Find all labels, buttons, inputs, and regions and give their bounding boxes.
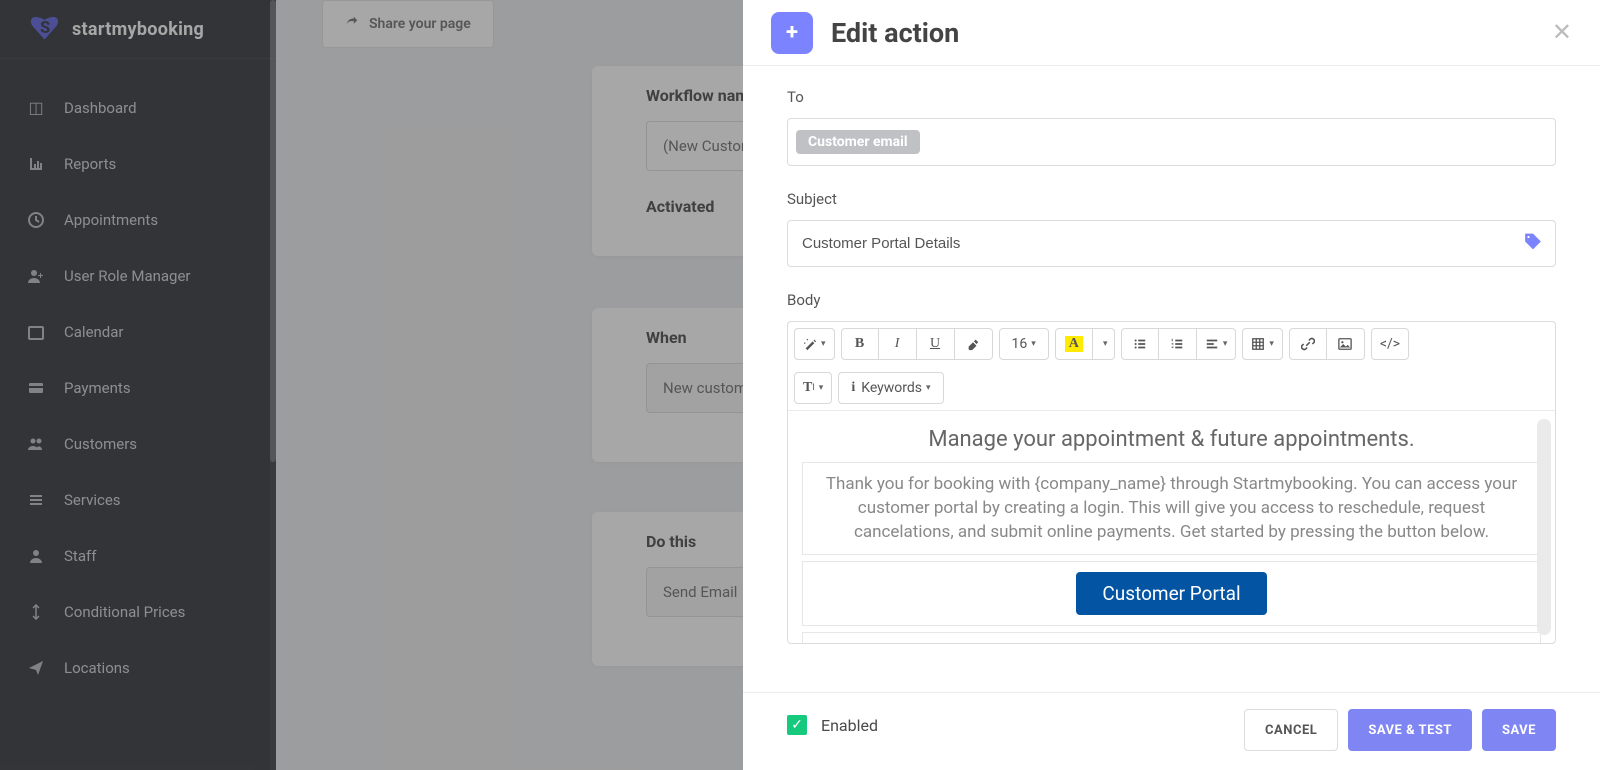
modal-title: Edit action: [831, 17, 959, 49]
close-icon[interactable]: ✕: [1552, 18, 1572, 46]
enabled-toggle[interactable]: ✓ Enabled: [787, 715, 878, 735]
unordered-list-button[interactable]: [1121, 328, 1159, 360]
table-button[interactable]: ▾: [1242, 328, 1283, 360]
align-button[interactable]: ▾: [1197, 328, 1237, 360]
erase-button[interactable]: [955, 328, 993, 360]
editor-content[interactable]: Manage your appointment & future appoint…: [788, 411, 1555, 643]
enabled-label: Enabled: [821, 716, 878, 735]
cancel-button[interactable]: CANCEL: [1244, 709, 1338, 751]
email-spacer: [802, 632, 1541, 643]
link-button[interactable]: [1289, 328, 1327, 360]
editor-scrollbar[interactable]: [1537, 419, 1551, 635]
subject-input[interactable]: [787, 220, 1556, 267]
text-style-button[interactable]: TI ▾: [794, 372, 832, 404]
italic-button[interactable]: I: [879, 328, 917, 360]
text-color-caret[interactable]: ▾: [1093, 328, 1115, 360]
to-input[interactable]: Customer email: [787, 118, 1556, 166]
edit-action-modal: + Edit action ✕ To Customer email Subjec…: [743, 0, 1600, 770]
text-color-button[interactable]: A: [1055, 328, 1093, 360]
modal-footer: ✓ Enabled CANCEL SAVE & TEST SAVE: [743, 692, 1600, 770]
underline-button[interactable]: U: [917, 328, 955, 360]
rich-text-editor: ▾ B I U 16 ▾: [787, 321, 1556, 644]
recipient-chip[interactable]: Customer email: [796, 130, 920, 154]
save-and-test-button[interactable]: SAVE & TEST: [1348, 709, 1472, 751]
magic-wand-button[interactable]: ▾: [794, 328, 835, 360]
to-label: To: [787, 88, 1556, 106]
code-button[interactable]: </>: [1371, 328, 1409, 360]
email-cta-wrap: Customer Portal: [802, 561, 1541, 626]
body-label: Body: [787, 291, 1556, 309]
subject-label: Subject: [787, 190, 1556, 208]
bold-button[interactable]: B: [841, 328, 879, 360]
modal-body: To Customer email Subject Body ▾ B: [743, 66, 1600, 692]
keywords-dropdown[interactable]: i Keywords ▾: [838, 372, 943, 404]
save-button[interactable]: SAVE: [1482, 709, 1556, 751]
modal-header: + Edit action ✕: [743, 0, 1600, 66]
tag-icon[interactable]: [1524, 232, 1542, 255]
check-icon: ✓: [787, 715, 807, 735]
customer-portal-button[interactable]: Customer Portal: [1076, 572, 1266, 615]
font-size-select[interactable]: 16 ▾: [999, 328, 1049, 360]
ordered-list-button[interactable]: [1159, 328, 1197, 360]
email-title: Manage your appointment & future appoint…: [802, 421, 1541, 462]
editor-toolbar: ▾ B I U 16 ▾: [788, 322, 1555, 411]
plus-icon: +: [771, 12, 813, 54]
image-button[interactable]: [1327, 328, 1365, 360]
email-body: Thank you for booking with {company_name…: [802, 462, 1541, 555]
